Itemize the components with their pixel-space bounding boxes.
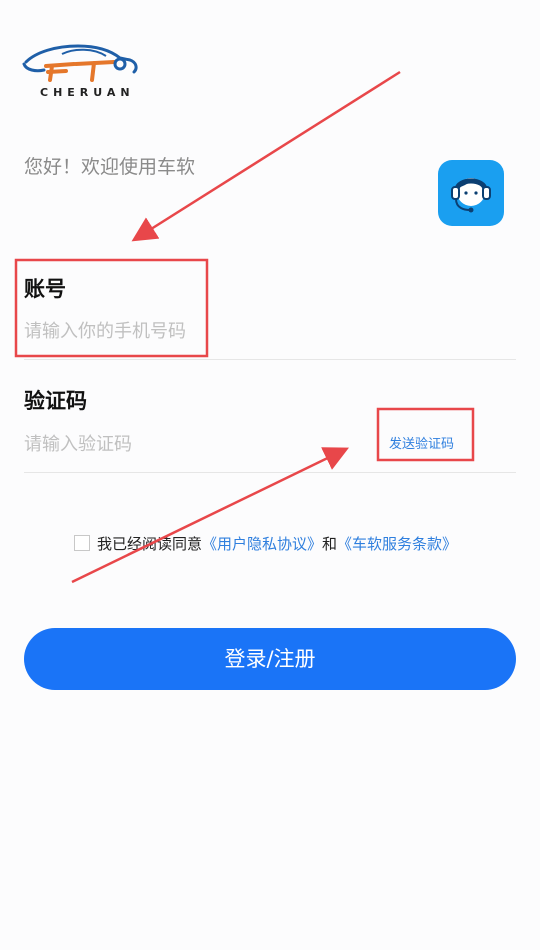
account-divider	[24, 359, 516, 360]
verification-code-input[interactable]	[24, 431, 324, 457]
login-register-button[interactable]: 登录/注册	[24, 628, 516, 690]
customer-service-headset-icon	[451, 178, 491, 213]
agreement-row: 我已经阅读同意《用户隐私协议》和《车软服务条款》	[74, 533, 457, 554]
login-page: CHERUAN 您好！欢迎使用车软 账号 验证码 发送验证码 我已经阅读同意《用…	[0, 0, 540, 950]
logo-text: CHERUAN	[40, 86, 135, 99]
agreement-prefix: 我已经阅读同意	[97, 535, 203, 553]
agreement-checkbox[interactable]	[74, 535, 90, 551]
agreement-connector: 和	[322, 535, 338, 553]
annotation-overlay	[14, 70, 475, 584]
phone-number-input[interactable]	[24, 318, 324, 344]
send-code-button[interactable]: 发送验证码	[389, 433, 454, 452]
account-label: 账号	[24, 277, 66, 301]
terms-of-service-link[interactable]: 《车软服务条款》	[337, 535, 457, 553]
greeting-text: 您好！欢迎使用车软	[24, 156, 196, 178]
customer-service-button[interactable]	[438, 160, 504, 226]
privacy-policy-link[interactable]: 《用户隐私协议》	[202, 535, 322, 553]
verification-divider	[24, 472, 516, 473]
verification-label: 验证码	[24, 389, 87, 413]
